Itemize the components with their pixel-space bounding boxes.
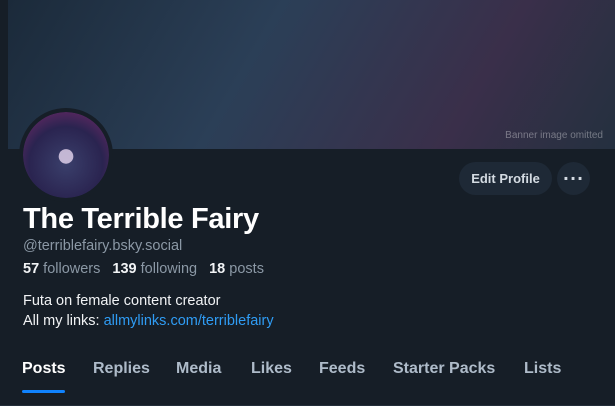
followers-stat[interactable]: 57 followers <box>23 261 100 277</box>
followers-count: 57 <box>23 261 40 277</box>
tab-replies[interactable]: Replies <box>93 360 150 378</box>
following-stat[interactable]: 139 following <box>112 261 197 277</box>
posts-label: posts <box>229 261 264 277</box>
edit-profile-button[interactable]: Edit Profile <box>459 162 552 195</box>
posts-stat: 18 posts <box>209 261 264 277</box>
tab-posts[interactable]: Posts <box>22 360 66 378</box>
tab-likes[interactable]: Likes <box>251 360 292 378</box>
banner-placeholder-note: Banner image omitted <box>505 130 603 141</box>
avatar-image: ● <box>23 112 109 198</box>
display-name: The Terrible Fairy <box>23 203 259 235</box>
bio-links-prefix: All my links: <box>23 313 104 329</box>
tab-media[interactable]: Media <box>176 360 221 378</box>
following-label: following <box>140 261 198 277</box>
avatar[interactable]: ● <box>19 108 113 202</box>
active-tab-indicator <box>22 390 65 393</box>
posts-count: 18 <box>209 261 226 277</box>
profile-handle: @terriblefairy.bsky.social <box>23 238 183 254</box>
more-options-button[interactable]: ··· <box>557 162 590 195</box>
profile-tabs: Posts Replies Media Likes Feeds Starter … <box>0 352 615 406</box>
following-count: 139 <box>112 261 137 277</box>
profile-stats: 57 followers 139 following 18 posts <box>23 261 272 277</box>
user-icon: ● <box>55 135 77 174</box>
profile-bio: Futa on female content creator All my li… <box>23 291 274 331</box>
tab-lists[interactable]: Lists <box>524 360 561 378</box>
followers-label: followers <box>43 261 101 277</box>
tab-starter-packs[interactable]: Starter Packs <box>393 360 495 378</box>
tab-feeds[interactable]: Feeds <box>319 360 365 378</box>
bio-links-line: All my links: allmylinks.com/terriblefai… <box>23 311 274 331</box>
bio-link[interactable]: allmylinks.com/terriblefairy <box>104 313 274 329</box>
bio-line: Futa on female content creator <box>23 293 221 309</box>
